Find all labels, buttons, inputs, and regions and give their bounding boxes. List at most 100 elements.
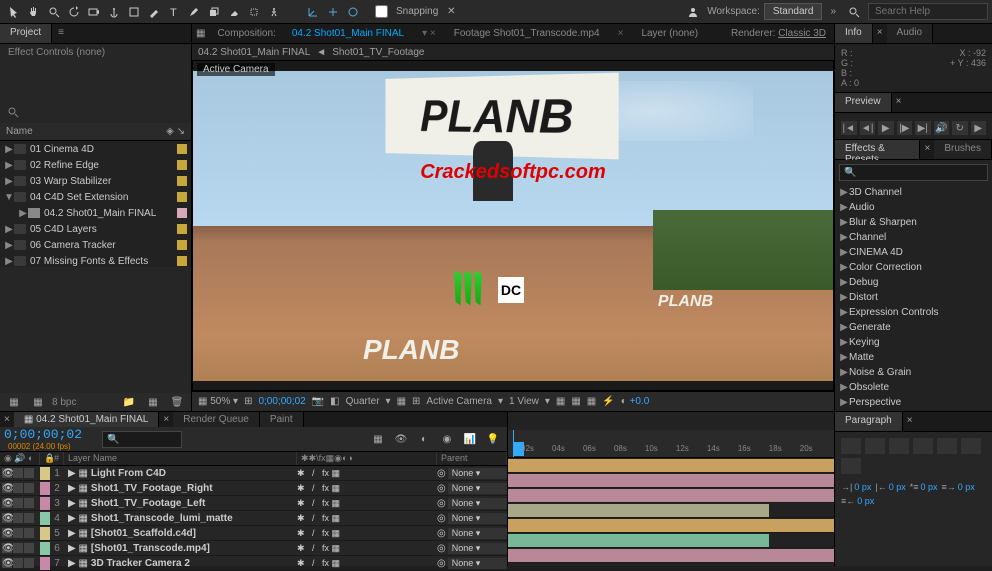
layer-row[interactable]: 👁3▶ ▦ Shot1_TV_Footage_Left✱ / fx ▦◎None…	[0, 496, 507, 511]
project-item[interactable]: ▶04.2 Shot01_Main FINAL	[0, 205, 191, 221]
snapping-checkbox[interactable]	[375, 5, 388, 18]
project-item[interactable]: ▼04 C4D Set Extension	[0, 189, 191, 205]
effect-category[interactable]: ▶Generate	[835, 320, 992, 335]
brainstorm-icon[interactable]: 💡	[484, 430, 502, 448]
search-help-input[interactable]	[868, 3, 988, 20]
workspace-dropdown[interactable]: Standard	[764, 3, 823, 20]
layer-tab[interactable]: Layer (none)	[633, 25, 706, 42]
zoom-tool-icon[interactable]	[45, 3, 63, 21]
track-row[interactable]	[508, 548, 834, 563]
effect-category[interactable]: ▶Obsolete	[835, 380, 992, 395]
effect-category[interactable]: ▶Blur & Sharpen	[835, 215, 992, 230]
layer-row[interactable]: 👁2▶ ▦ Shot1_TV_Footage_Right✱ / fx ▦◎Non…	[0, 481, 507, 496]
project-item[interactable]: ▶05 C4D Layers	[0, 221, 191, 237]
preview-tab[interactable]: Preview	[835, 93, 892, 112]
next-frame-icon[interactable]: |▶	[897, 121, 913, 135]
track-row[interactable]	[508, 473, 834, 488]
paragraph-input[interactable]: →|0 px	[841, 482, 871, 492]
grid-icon[interactable]: ⊞	[412, 396, 420, 407]
effect-category[interactable]: ▶Matte	[835, 350, 992, 365]
selection-tool-icon[interactable]	[5, 3, 23, 21]
effect-category[interactable]: ▶Debug	[835, 275, 992, 290]
project-tab[interactable]: Project	[0, 24, 52, 43]
effect-category[interactable]: ▶3D Channel	[835, 185, 992, 200]
rotation-tool-icon[interactable]	[65, 3, 83, 21]
info-tab[interactable]: Info	[835, 24, 873, 43]
audio-tab[interactable]: Audio	[887, 24, 934, 43]
project-item[interactable]: ▶06 Camera Tracker	[0, 237, 191, 253]
paragraph-input[interactable]: *≡0 px	[910, 482, 938, 492]
clone-tool-icon[interactable]	[205, 3, 223, 21]
zoom-dropdown[interactable]: ▦ 50% ▾	[198, 396, 238, 407]
paragraph-input[interactable]: |←0 px	[875, 482, 905, 492]
justify-all-icon[interactable]	[841, 458, 861, 474]
project-item[interactable]: ▶07 Missing Fonts & Effects	[0, 253, 191, 267]
effect-category[interactable]: ▶Channel	[835, 230, 992, 245]
user-icon[interactable]	[684, 3, 702, 21]
shape-tool-icon[interactable]	[125, 3, 143, 21]
footage-tab[interactable]: Footage Shot01_Transcode.mp4	[446, 25, 608, 42]
motion-blur-icon[interactable]: ◉	[438, 430, 456, 448]
roi-icon[interactable]: ▦	[397, 396, 406, 407]
mask-icon[interactable]: ▦	[556, 396, 565, 407]
mute-icon[interactable]: 🔊	[934, 121, 950, 135]
first-frame-icon[interactable]: |◄	[841, 121, 857, 135]
resolution-icon[interactable]: ⊞	[244, 396, 252, 407]
new-comp-icon[interactable]: ▦	[144, 393, 162, 411]
frame-blend-icon[interactable]: ◐	[415, 430, 433, 448]
track-row[interactable]	[508, 458, 834, 473]
justify-center-icon[interactable]	[937, 438, 957, 454]
align-left-icon[interactable]	[841, 438, 861, 454]
brush-tool-icon[interactable]	[185, 3, 203, 21]
snapshot-icon[interactable]: 📷	[312, 396, 324, 407]
loop-icon[interactable]: ↻	[952, 121, 968, 135]
anchor-tool-icon[interactable]	[105, 3, 123, 21]
layer-row[interactable]: 👁5▶ ▦ [Shot01_Scaffold.c4d]✱ / fx ▦◎None…	[0, 526, 507, 541]
layer-row[interactable]: 👁4▶ ▦ Shot1_Transcode_lumi_matte✱ / fx ▦…	[0, 511, 507, 526]
paragraph-input[interactable]: ≡←0 px	[841, 496, 874, 506]
view-dropdown[interactable]: 1 View	[509, 396, 539, 407]
layer-row[interactable]: 👁6▶ ▦ [Shot01_Transcode.mp4]✱ / fx ▦◎Non…	[0, 541, 507, 556]
new-folder-icon[interactable]: 📁	[120, 393, 138, 411]
justify-left-icon[interactable]	[913, 438, 933, 454]
track-row[interactable]	[508, 488, 834, 503]
comp-subheader-sub[interactable]: Shot01_TV_Footage	[332, 47, 424, 58]
snap-option-icon[interactable]: ✕	[442, 3, 460, 21]
exposure-control[interactable]: ◐ +0.0	[621, 396, 650, 407]
project-tree[interactable]: ▶01 Cinema 4D▶02 Refine Edge▶03 Warp Sta…	[0, 141, 191, 267]
local-axis-icon[interactable]	[304, 3, 322, 21]
fast-preview-icon[interactable]: ⚡	[602, 396, 614, 407]
shy-icon[interactable]: 👁	[392, 430, 410, 448]
world-axis-icon[interactable]	[324, 3, 342, 21]
comp-mini-icon[interactable]: ▦	[369, 430, 387, 448]
panel-menu-icon[interactable]: ≡	[52, 24, 70, 43]
project-item[interactable]: ▶01 Cinema 4D	[0, 141, 191, 157]
comp-tab-name[interactable]: 04.2 Shot01_Main FINAL	[284, 25, 412, 42]
track-row[interactable]	[508, 533, 834, 548]
paragraph-tab[interactable]: Paragraph	[835, 412, 903, 431]
effect-category[interactable]: ▶Perspective	[835, 395, 992, 410]
layer-row[interactable]: 👁7▶ ▦ 3D Tracker Camera 2✱ / fx ▦◎None ▾	[0, 556, 507, 571]
camera-dropdown[interactable]: Active Camera	[426, 396, 492, 407]
comp-subheader-name[interactable]: 04.2 Shot01_Main FINAL	[198, 47, 310, 58]
quality-dropdown[interactable]: Quarter	[346, 396, 380, 407]
parent-header[interactable]: Parent	[437, 452, 507, 465]
effect-controls-label[interactable]: Effect Controls	[8, 47, 73, 58]
effects-search-input[interactable]	[839, 164, 988, 181]
align-center-icon[interactable]	[865, 438, 885, 454]
prev-frame-icon[interactable]: ◄|	[860, 121, 876, 135]
layer-row[interactable]: 👁1▶ ▦ Light From C4D✱ / fx ▦◎None ▾	[0, 466, 507, 481]
align-right-icon[interactable]	[889, 438, 909, 454]
viewer-timecode[interactable]: 0;00;00;02	[258, 396, 305, 407]
layer-search-input[interactable]	[102, 431, 182, 448]
hand-tool-icon[interactable]	[25, 3, 43, 21]
effect-category[interactable]: ▶CINEMA 4D	[835, 245, 992, 260]
effects-tab[interactable]: Effects & Presets	[835, 140, 920, 159]
project-search-icon[interactable]	[4, 103, 22, 121]
effect-category[interactable]: ▶Expression Controls	[835, 305, 992, 320]
3d-icon[interactable]: ▦	[571, 396, 580, 407]
bpc-label[interactable]: 8 bpc	[52, 397, 76, 408]
text-tool-icon[interactable]: T	[165, 3, 183, 21]
project-item[interactable]: ▶03 Warp Stabilizer	[0, 173, 191, 189]
pixel-icon[interactable]: ▦	[587, 396, 596, 407]
